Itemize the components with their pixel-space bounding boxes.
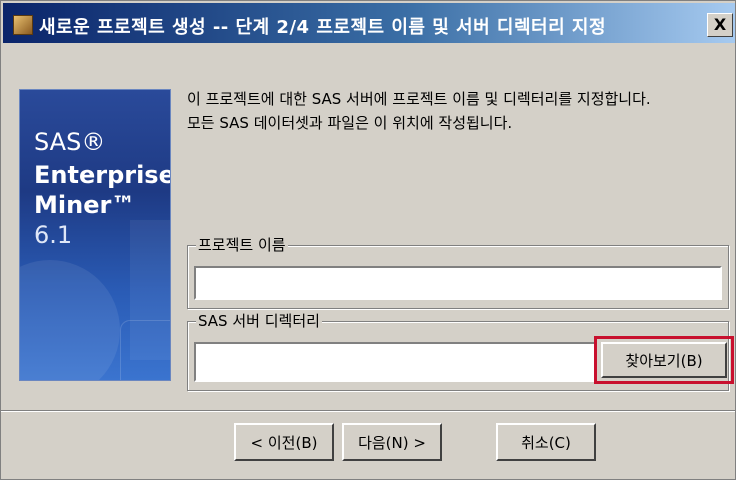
project-name-field[interactable] (194, 266, 722, 300)
brand-line-enterprise: Enterprise (34, 161, 171, 189)
project-name-group: 프로젝트 이름 (187, 236, 729, 309)
window-title: 새로운 프로젝트 생성 -- 단계 2/4 프로젝트 이름 및 서버 디렉터리 … (39, 17, 607, 38)
project-name-label: 프로젝트 이름 (196, 236, 288, 254)
sas-brand-image: SAS® Enterprise Miner™ 6.1 (19, 89, 171, 381)
footer-divider (1, 410, 735, 412)
instruction-line-2: 모든 SAS 데이터셋과 파일은 이 위치에 작성됩니다. (187, 114, 513, 132)
brand-version: 6.1 (34, 221, 73, 249)
close-button[interactable]: X (707, 13, 733, 37)
cancel-button[interactable]: 취소(C) (496, 423, 596, 461)
next-button[interactable]: 다음(N) > (342, 423, 442, 461)
server-directory-field[interactable] (194, 342, 596, 382)
decorative-shape (20, 260, 120, 380)
app-icon (13, 15, 33, 35)
instruction-line-1: 이 프로젝트에 대한 SAS 서버에 프로젝트 이름 및 디렉터리를 지정합니다… (187, 90, 651, 108)
instruction-text: 이 프로젝트에 대한 SAS 서버에 프로젝트 이름 및 디렉터리를 지정합니다… (187, 87, 727, 135)
project-name-input[interactable] (196, 268, 720, 298)
server-directory-input[interactable] (196, 344, 594, 380)
server-directory-label: SAS 서버 디렉터리 (196, 312, 322, 330)
title-bar[interactable]: 새로운 프로젝트 생성 -- 단계 2/4 프로젝트 이름 및 서버 디렉터리 … (3, 3, 735, 43)
browse-button[interactable]: 찾아보기(B) (601, 342, 727, 378)
brand-sas-text: SAS® (34, 128, 106, 156)
brand-product-name: Enterprise Miner™ 6.1 (34, 160, 171, 250)
brand-line-miner: Miner™ 6.1 (34, 190, 170, 250)
brand-miner-text: Miner™ (34, 191, 136, 219)
new-project-dialog: 새로운 프로젝트 생성 -- 단계 2/4 프로젝트 이름 및 서버 디렉터리 … (0, 0, 736, 480)
back-button[interactable]: < 이전(B) (234, 423, 334, 461)
